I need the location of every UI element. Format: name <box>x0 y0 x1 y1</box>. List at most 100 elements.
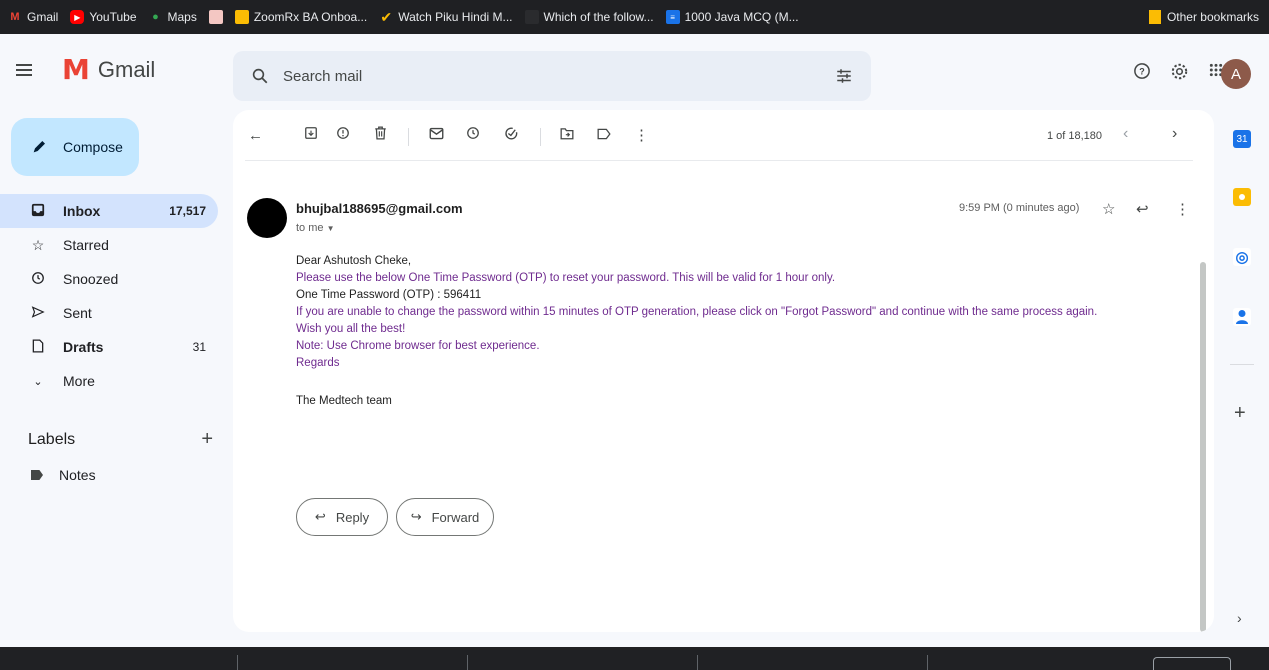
maps-icon: ● <box>152 11 159 23</box>
gmail-header: M Gmail ? A <box>0 34 1269 116</box>
delete-trash-icon[interactable] <box>374 126 387 146</box>
reply-button[interactable]: ↩ Reply <box>296 498 388 536</box>
sidebar-item-more[interactable]: ⌄ More <box>0 364 230 398</box>
add-to-tasks-icon[interactable] <box>504 126 519 147</box>
label-item-notes[interactable]: Notes <box>27 467 96 483</box>
body-line: The Medtech team <box>296 395 392 407</box>
taskbar-divider <box>237 655 238 670</box>
gmail-logo[interactable]: M Gmail <box>62 56 155 84</box>
os-taskbar <box>0 647 1269 670</box>
pencil-icon <box>33 141 45 153</box>
sidebar-item-label: More <box>63 373 95 389</box>
show-side-panel-chevron-icon[interactable]: › <box>1237 610 1242 626</box>
inbox-icon <box>27 203 49 220</box>
mark-unread-icon[interactable] <box>429 126 444 146</box>
account-avatar[interactable]: A <box>1221 59 1251 89</box>
compose-button[interactable]: Compose <box>11 118 139 176</box>
search-icon[interactable] <box>251 67 269 85</box>
taskbar-divider <box>467 655 468 670</box>
add-label-icon[interactable]: + <box>201 428 213 451</box>
toolbar-divider <box>540 128 541 146</box>
compose-label: Compose <box>63 139 123 155</box>
bookmark-zoomrx[interactable]: ZoomRx BA Onboa... <box>234 10 368 24</box>
sidebar-item-sent[interactable]: Sent <box>0 296 230 330</box>
sidebar-item-label: Snoozed <box>63 271 119 287</box>
label-icon[interactable] <box>597 126 611 146</box>
calendar-icon[interactable]: 31 <box>1233 130 1251 148</box>
keep-icon[interactable] <box>1233 188 1251 206</box>
older-chevron-icon[interactable]: › <box>1172 125 1177 143</box>
sender-avatar[interactable] <box>247 198 287 238</box>
bookmark-piku[interactable]: ✔ Watch Piku Hindi M... <box>379 8 513 25</box>
inbox-count: 17,517 <box>169 204 206 218</box>
blank-icon <box>524 10 539 24</box>
more-options-icon[interactable]: ⋮ <box>634 126 649 146</box>
sidebar-item-starred[interactable]: ☆ Starred <box>0 228 230 262</box>
settings-gear-icon[interactable] <box>1170 62 1189 86</box>
bookmark-maps[interactable]: ● Maps <box>149 10 197 24</box>
sidebar-item-label: Starred <box>63 237 109 253</box>
bookmark-which[interactable]: Which of the follow... <box>524 10 654 24</box>
pagination-text: 1 of 18,180 <box>1046 130 1102 142</box>
sidebar-nav: Inbox 17,517 ☆ Starred Snoozed Sent Draf… <box>0 194 230 398</box>
recipient-label: to me <box>296 222 324 234</box>
draft-icon <box>27 339 49 356</box>
bookmark-label: Watch Piku Hindi M... <box>398 10 513 24</box>
toolbar-divider <box>408 128 409 146</box>
bookmark-youtube[interactable]: ▶ YouTube <box>70 10 137 24</box>
tasks-icon[interactable]: ◎ <box>1233 248 1251 266</box>
bookmark-image[interactable] <box>208 10 223 24</box>
search-options-icon[interactable] <box>835 67 853 85</box>
bookmark-label: ZoomRx BA Onboa... <box>253 10 368 24</box>
contacts-icon[interactable] <box>1233 308 1251 326</box>
bookmark-gmail[interactable]: M Gmail <box>8 10 58 24</box>
search-input[interactable] <box>283 67 803 85</box>
sidebar-item-inbox[interactable]: Inbox 17,517 <box>0 194 218 228</box>
reply-arrow-icon[interactable]: ↩ <box>1136 200 1149 218</box>
other-bookmarks[interactable]: Other bookmarks <box>1148 0 1259 34</box>
newer-chevron-icon[interactable]: ‹ <box>1123 125 1128 143</box>
gmail-icon: M <box>10 11 20 23</box>
message-time: 9:59 PM (0 minutes ago) <box>959 202 1080 214</box>
snooze-clock-icon[interactable] <box>466 126 480 146</box>
body-line: If you are unable to change the password… <box>296 306 1098 318</box>
side-panel-divider <box>1230 364 1254 365</box>
taskbar-divider <box>697 655 698 670</box>
labels-header: Labels + <box>28 428 213 451</box>
label-tag-icon <box>31 470 43 480</box>
recipient-details[interactable]: to me ▼ <box>296 222 335 234</box>
sender-email[interactable]: bhujbal188695@gmail.com <box>296 201 463 216</box>
body-line: One Time Password (OTP) : 596411 <box>296 289 482 301</box>
checkmark-icon: ✔ <box>380 8 393 25</box>
report-spam-icon[interactable] <box>336 126 350 146</box>
help-icon[interactable]: ? <box>1133 62 1151 85</box>
bookmark-label: 1000 Java MCQ (M... <box>684 10 799 24</box>
search-bar[interactable] <box>233 51 871 101</box>
archive-icon[interactable] <box>304 126 318 146</box>
bookmark-label: YouTube <box>89 10 137 24</box>
labels-title: Labels <box>28 430 76 448</box>
star-icon[interactable]: ☆ <box>1102 200 1115 218</box>
move-to-folder-icon[interactable] <box>560 126 574 146</box>
label-name: Notes <box>59 467 96 483</box>
forward-button[interactable]: ↪ Forward <box>396 498 494 536</box>
taskbar-button[interactable] <box>1153 657 1231 670</box>
bookmark-label: Maps <box>167 10 197 24</box>
sidebar-item-snoozed[interactable]: Snoozed <box>0 262 230 296</box>
body-line: Please use the below One Time Password (… <box>296 272 836 284</box>
sidebar-item-label: Inbox <box>63 203 101 219</box>
slides-icon <box>234 10 249 24</box>
message-more-icon[interactable]: ⋮ <box>1175 200 1190 218</box>
bookmark-java[interactable]: ≡ 1000 Java MCQ (M... <box>665 10 799 24</box>
forward-icon: ↪ <box>410 509 422 524</box>
main-menu-icon[interactable] <box>16 64 32 76</box>
clock-icon <box>27 271 49 288</box>
sidebar-item-drafts[interactable]: Drafts 31 <box>0 330 230 364</box>
scrollbar[interactable] <box>1200 262 1206 632</box>
get-addons-plus-icon[interactable]: + <box>1234 402 1246 425</box>
reply-icon: ↩ <box>314 509 326 524</box>
bookmark-label: Gmail <box>27 10 59 24</box>
message-toolbar: ← ⋮ 1 of 18,180 ‹ › <box>233 110 1214 162</box>
back-arrow-icon[interactable]: ← <box>248 126 263 146</box>
gmail-m-icon: M <box>62 53 90 86</box>
